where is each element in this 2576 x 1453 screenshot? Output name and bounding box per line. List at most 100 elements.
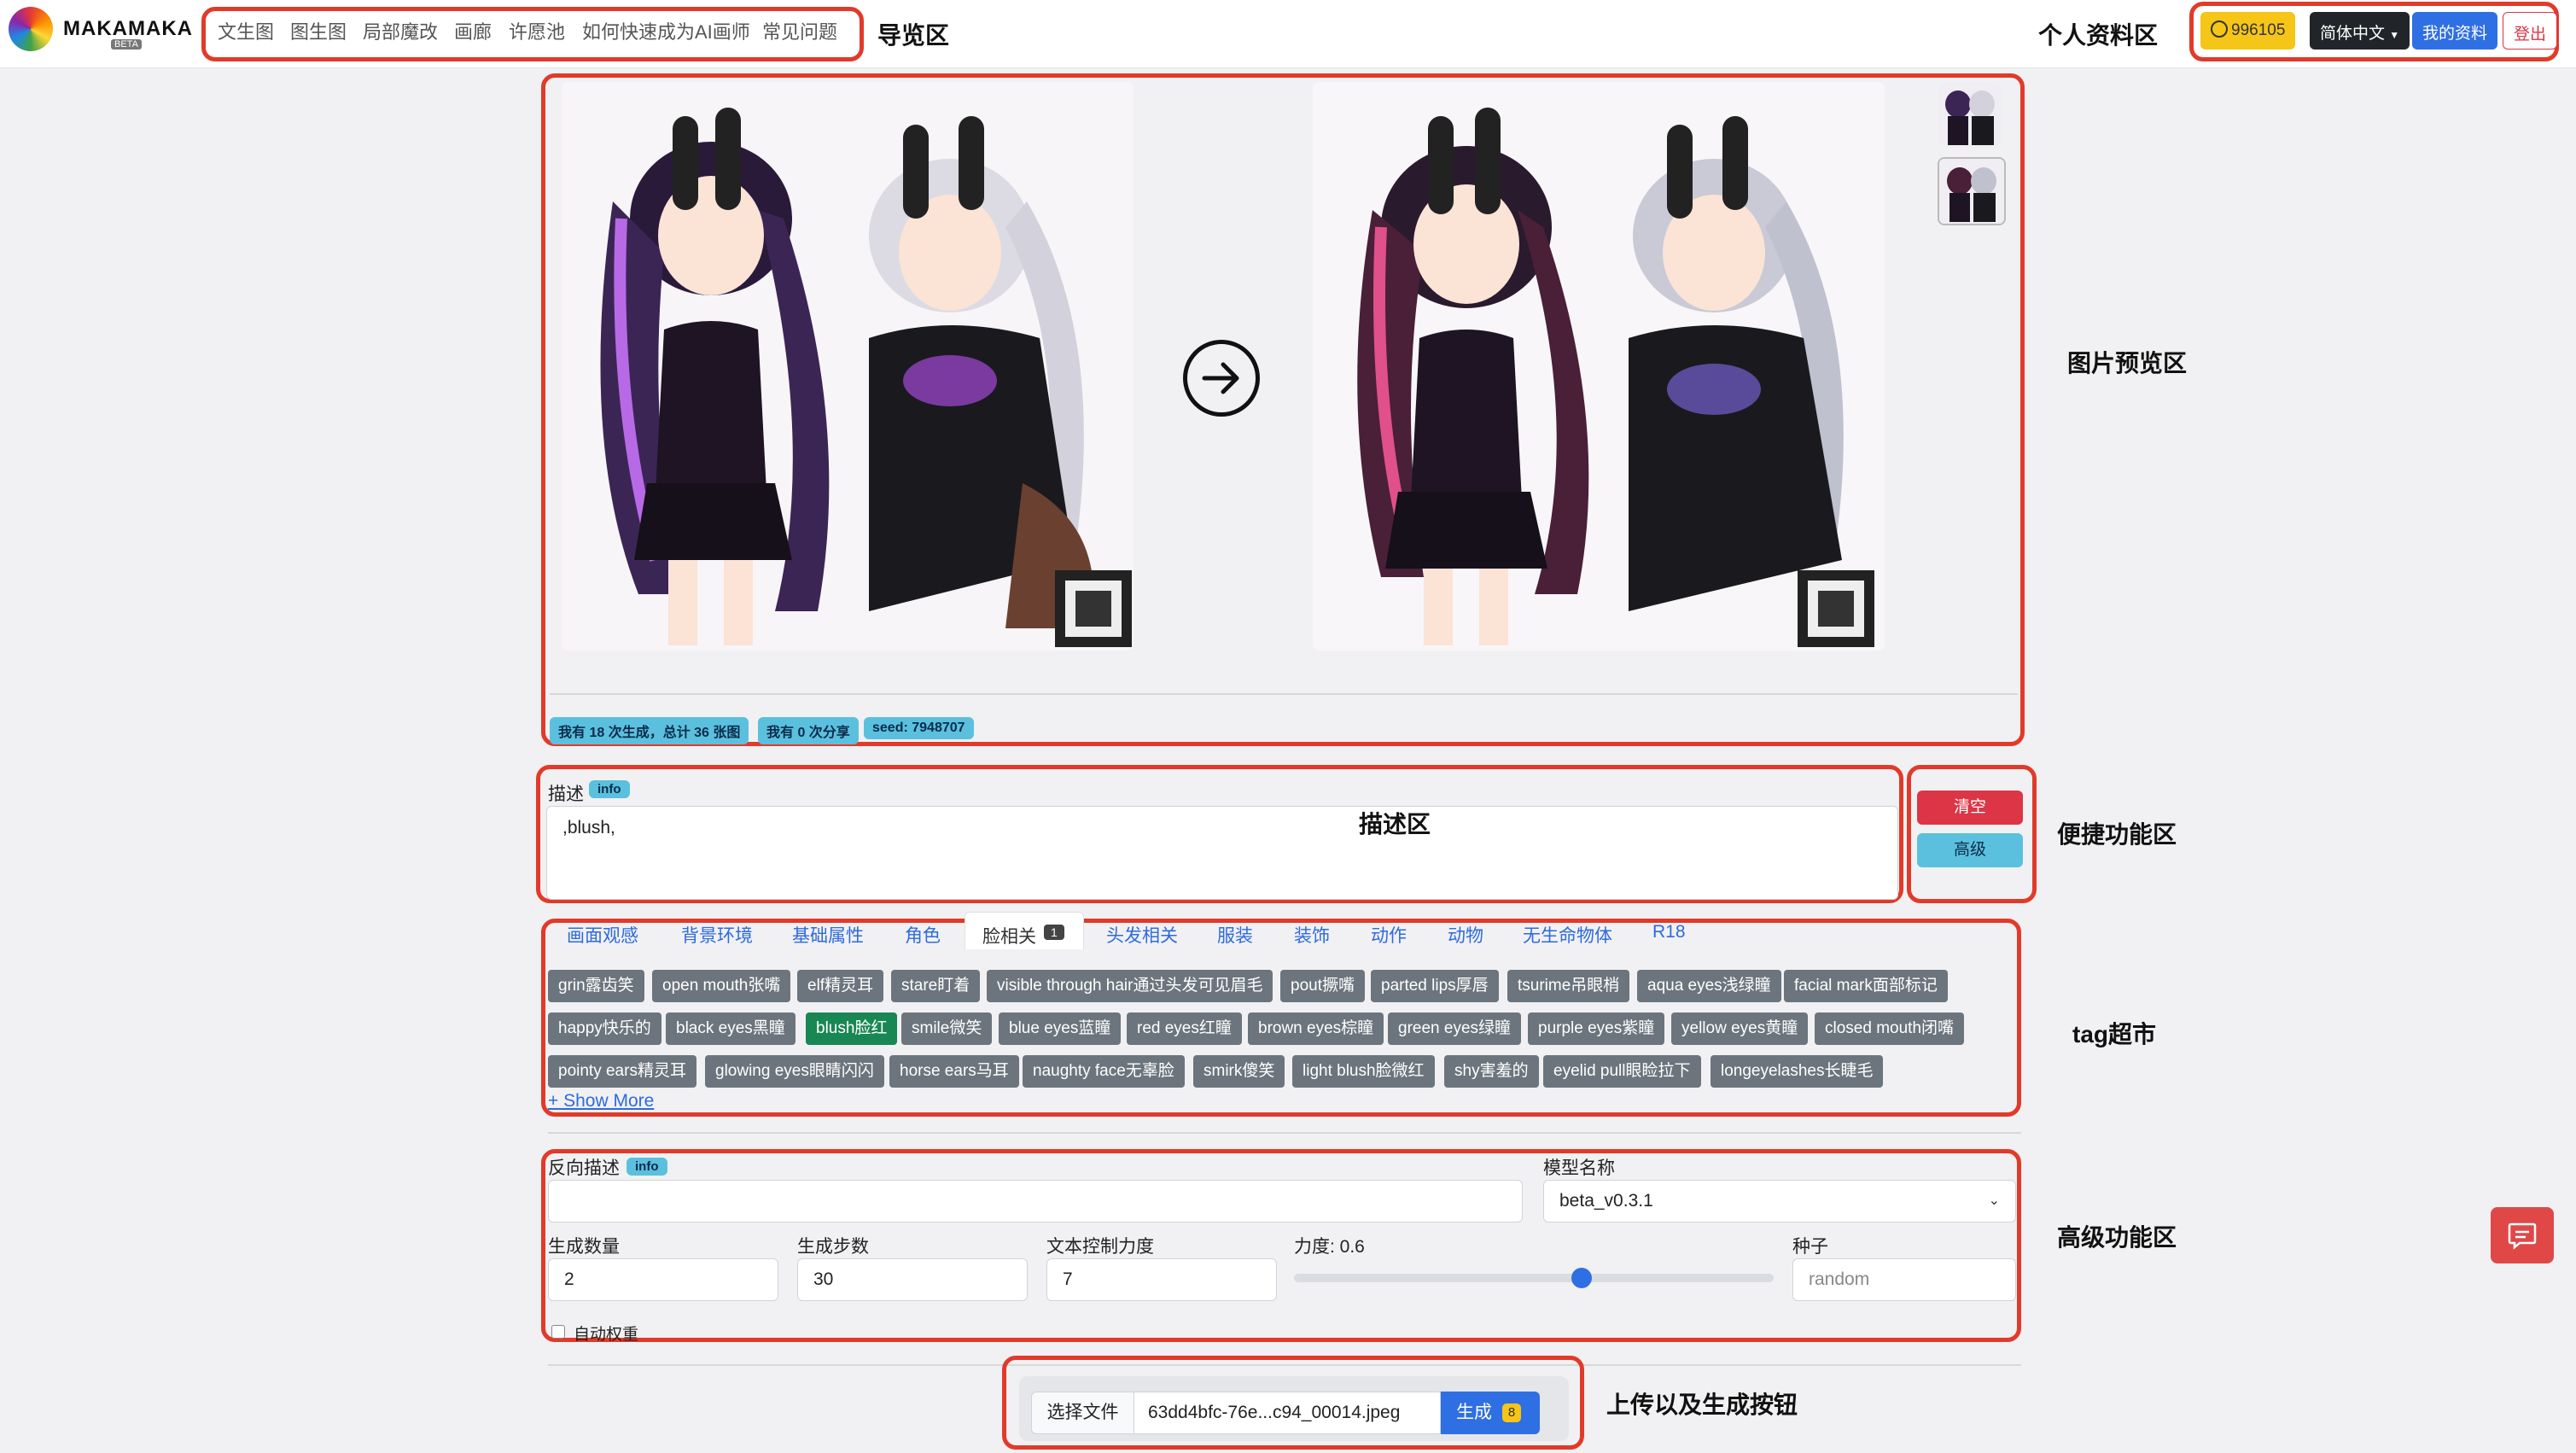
annotation-label-profile: 个人资料区 [2038, 22, 2159, 49]
tag-category-background[interactable]: 背景环境 [681, 922, 753, 948]
tag-chip[interactable]: open mouth张嘴 [652, 970, 791, 1002]
clear-button[interactable]: 清空 [1917, 791, 2023, 825]
thumbnail-2[interactable] [1938, 157, 2006, 225]
coin-balance-button[interactable]: 996105 [2200, 12, 2296, 50]
advanced-button[interactable]: 高级 [1917, 833, 2023, 867]
coin-icon [2211, 20, 2228, 38]
annotation-label-quick: 便捷功能区 [2057, 821, 2177, 848]
tab-face-active[interactable]: 脸相关 1 [965, 912, 1084, 949]
tag-category-clothing[interactable]: 服装 [1217, 922, 1253, 948]
tag-category-hair[interactable]: 头发相关 [1106, 922, 1178, 948]
coin-balance: 996105 [2231, 21, 2286, 39]
model-select[interactable]: beta_v0.3.1 ⌄ [1543, 1180, 2016, 1223]
tag-chip[interactable]: pointy ears精灵耳 [548, 1055, 696, 1088]
tag-chip[interactable]: happy快乐的 [548, 1012, 661, 1045]
caret-down-icon: ▼ [2389, 29, 2400, 41]
tag-chip[interactable]: black eyes黑瞳 [666, 1012, 796, 1045]
show-more-link[interactable]: + Show More [548, 1091, 654, 1112]
count-label: 生成数量 [548, 1237, 620, 1257]
arrow-right-icon [1183, 340, 1260, 417]
tag-chip[interactable]: facial mark面部标记 [1784, 970, 1948, 1002]
source-image-illustration [562, 82, 1134, 651]
tag-chip[interactable]: glowing eyes眼睛闪闪 [705, 1055, 884, 1088]
tag-chip[interactable]: shy害羞的 [1444, 1055, 1539, 1088]
annotation-label-tags: tag超市 [2072, 1021, 2157, 1047]
negative-info-badge[interactable]: info [627, 1158, 667, 1176]
annotation-label-prompt: 描述区 [1359, 811, 1431, 837]
tab-face-label: 脸相关 [982, 927, 1036, 947]
brand-logo-icon[interactable] [9, 7, 53, 51]
seed-input[interactable]: random [1792, 1258, 2016, 1301]
tag-chip[interactable]: aqua eyes浅绿瞳 [1637, 970, 1781, 1002]
tag-chip[interactable]: closed mouth闭嘴 [1815, 1012, 1965, 1045]
result-image[interactable] [1313, 82, 1885, 651]
tag-chip[interactable]: smirk傻笑 [1193, 1055, 1285, 1088]
source-image [562, 82, 1134, 651]
section-divider [548, 1132, 2021, 1134]
tag-chip[interactable]: brown eyes棕瞳 [1248, 1012, 1384, 1045]
strength-slider-track[interactable] [1294, 1268, 1774, 1288]
tag-chip[interactable]: longeyelashes长睫毛 [1711, 1055, 1884, 1088]
count-input[interactable]: 2 [548, 1258, 778, 1301]
prompt-textarea[interactable]: ,blush, [546, 806, 1898, 900]
chat-icon [2508, 1223, 2537, 1250]
tag-chip[interactable]: pout撅嘴 [1280, 970, 1365, 1002]
stat-badge-seed: seed: 7948707 [864, 717, 974, 739]
cfg-label: 文本控制力度 [1046, 1237, 1154, 1257]
tag-chip[interactable]: naughty face无辜脸 [1023, 1055, 1185, 1088]
tag-category-r18[interactable]: R18 [1652, 922, 1686, 942]
tag-chip[interactable]: stare盯着 [891, 970, 981, 1002]
language-dropdown[interactable]: 简体中文 ▼ [2310, 12, 2410, 50]
tag-chip[interactable]: blue eyes蓝瞳 [999, 1012, 1122, 1045]
strength-slider-thumb[interactable] [1571, 1268, 1593, 1288]
auto-weight-checkbox[interactable] [551, 1325, 565, 1339]
tag-chip[interactable]: purple eyes紫瞳 [1528, 1012, 1665, 1045]
my-profile-button[interactable]: 我的资料 [2412, 12, 2498, 50]
tag-chip[interactable]: light blush脸微红 [1292, 1055, 1435, 1088]
thumbnail-1[interactable] [1938, 82, 2002, 147]
annotation-label-preview: 图片预览区 [2067, 350, 2188, 376]
prompt-info-badge[interactable]: info [589, 780, 630, 798]
tag-category-object[interactable]: 无生命物体 [1523, 922, 1612, 948]
annotation-label-upload: 上传以及生成按钮 [1606, 1392, 1798, 1418]
stat-badge-generations: 我有 18 次生成，总计 36 张图 [550, 717, 749, 744]
auto-weight-label: 自动权重 [574, 1326, 639, 1344]
steps-label: 生成步数 [797, 1237, 869, 1257]
stat-badge-shares: 我有 0 次分享 [758, 717, 859, 744]
prompt-label: 描述 [548, 785, 584, 804]
generate-count-badge: 8 [1501, 1403, 1522, 1422]
tag-chip[interactable]: green eyes绿瞳 [1388, 1012, 1522, 1045]
tag-chip[interactable]: smile微笑 [901, 1012, 993, 1045]
tag-category-visual[interactable]: 画面观感 [567, 922, 638, 948]
tag-chip[interactable]: yellow eyes黄瞳 [1671, 1012, 1809, 1045]
file-name-display: 63dd4bfc-76e...c94_00014.jpeg [1134, 1392, 1441, 1434]
chat-float-button[interactable] [2491, 1207, 2554, 1263]
tag-chip[interactable]: horse ears马耳 [889, 1055, 1019, 1088]
annotation-box-nav [201, 7, 864, 61]
result-image-illustration [1313, 82, 1885, 651]
negative-prompt-label: 反向描述 [548, 1158, 620, 1178]
choose-file-button[interactable]: 选择文件 [1031, 1392, 1134, 1434]
model-name-label: 模型名称 [1543, 1158, 1615, 1178]
tag-chip[interactable]: grin露齿笑 [548, 970, 644, 1002]
tag-category-decoration[interactable]: 装饰 [1294, 922, 1330, 948]
tag-category-animal[interactable]: 动物 [1448, 922, 1483, 948]
negative-prompt-textarea[interactable] [548, 1180, 1523, 1223]
logout-button[interactable]: 登出 [2503, 12, 2558, 50]
tag-category-character[interactable]: 角色 [905, 922, 941, 948]
tag-chip[interactable]: tsurime吊眼梢 [1507, 970, 1630, 1002]
generate-button[interactable]: 生成 8 [1441, 1392, 1540, 1434]
tag-chip[interactable]: red eyes红瞳 [1127, 1012, 1242, 1045]
tag-chip-selected[interactable]: blush脸红 [806, 1012, 898, 1045]
tag-chip[interactable]: visible through hair通过头发可见眉毛 [987, 970, 1273, 1002]
tag-chip[interactable]: parted lips厚唇 [1371, 970, 1499, 1002]
steps-input[interactable]: 30 [797, 1258, 1028, 1301]
tag-chip[interactable]: eyelid pull眼睑拉下 [1543, 1055, 1701, 1088]
chevron-down-icon: ⌄ [1988, 1193, 2000, 1208]
brand-name[interactable]: MAKAMAKA [63, 17, 193, 41]
tag-chip[interactable]: elf精灵耳 [797, 970, 884, 1002]
brand-beta-badge: BETA [111, 39, 142, 50]
tag-category-basic[interactable]: 基础属性 [792, 922, 864, 948]
cfg-input[interactable]: 7 [1046, 1258, 1277, 1301]
tag-category-action[interactable]: 动作 [1371, 922, 1407, 948]
